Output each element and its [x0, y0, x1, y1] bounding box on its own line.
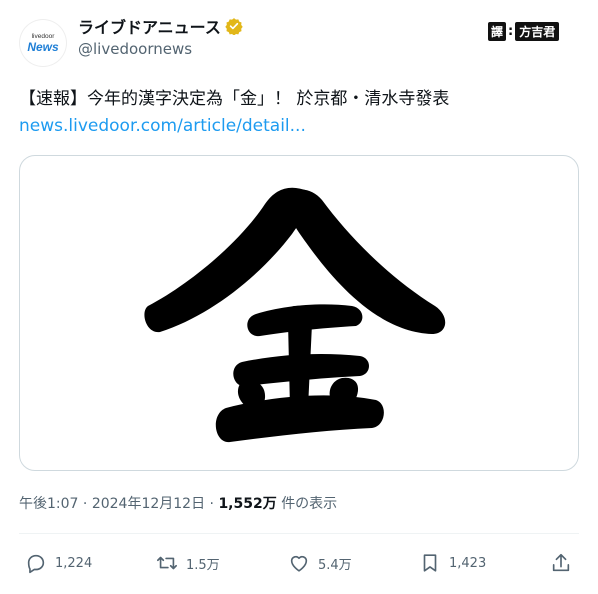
translator-badge-left: 譯 — [488, 22, 507, 41]
media-card[interactable] — [19, 155, 579, 471]
verified-badge-icon — [225, 18, 243, 35]
bookmark-count: 1,423 — [449, 555, 487, 571]
retweet-icon — [157, 556, 177, 570]
like-button[interactable]: 5.4万 — [288, 552, 352, 574]
translator-badge-right: 方吉君 — [515, 22, 560, 41]
views-label: 件の表示 — [281, 496, 338, 512]
like-count: 5.4万 — [318, 557, 352, 573]
retweet-button[interactable]: 1.5万 — [156, 552, 220, 574]
tweet-link[interactable]: news.livedoor.com/article/detail... — [19, 116, 306, 136]
heart-icon — [290, 555, 308, 572]
handle[interactable]: @livedoornews — [78, 40, 192, 58]
reply-icon — [27, 554, 45, 574]
meta-separator: · — [82, 496, 88, 512]
kanji-kin-image — [144, 187, 446, 443]
tweet-time[interactable]: 午後1:07 — [19, 496, 78, 512]
divider — [19, 533, 579, 534]
translator-badge: 譯 : 方吉君 — [488, 22, 560, 41]
name-row: ライブドアニュース — [78, 14, 243, 38]
tweet-meta: 午後1:07 · 2024年12月12日 · 1,552万 件の表示 — [19, 493, 337, 513]
reply-button[interactable]: 1,224 — [25, 552, 92, 574]
avatar-logo-text: News — [27, 39, 59, 54]
views-count: 1,552万 — [218, 496, 277, 512]
meta-separator-2: · — [209, 496, 214, 512]
bookmark-icon — [423, 554, 437, 572]
retweet-count: 1.5万 — [186, 557, 220, 573]
bookmark-button[interactable]: 1,423 — [419, 552, 486, 574]
tweet-text: 【速報】今年的漢字決定為「金」！ 於京都・清水寺發表 — [19, 89, 450, 109]
translator-badge-colon: : — [508, 24, 514, 39]
avatar[interactable]: livedoor News — [19, 19, 67, 67]
share-button[interactable] — [550, 552, 580, 574]
reply-count: 1,224 — [55, 555, 93, 571]
tweet-date[interactable]: 2024年12月12日 — [92, 496, 205, 512]
display-name[interactable]: ライブドアニュース — [78, 14, 221, 38]
share-icon — [552, 553, 570, 572]
